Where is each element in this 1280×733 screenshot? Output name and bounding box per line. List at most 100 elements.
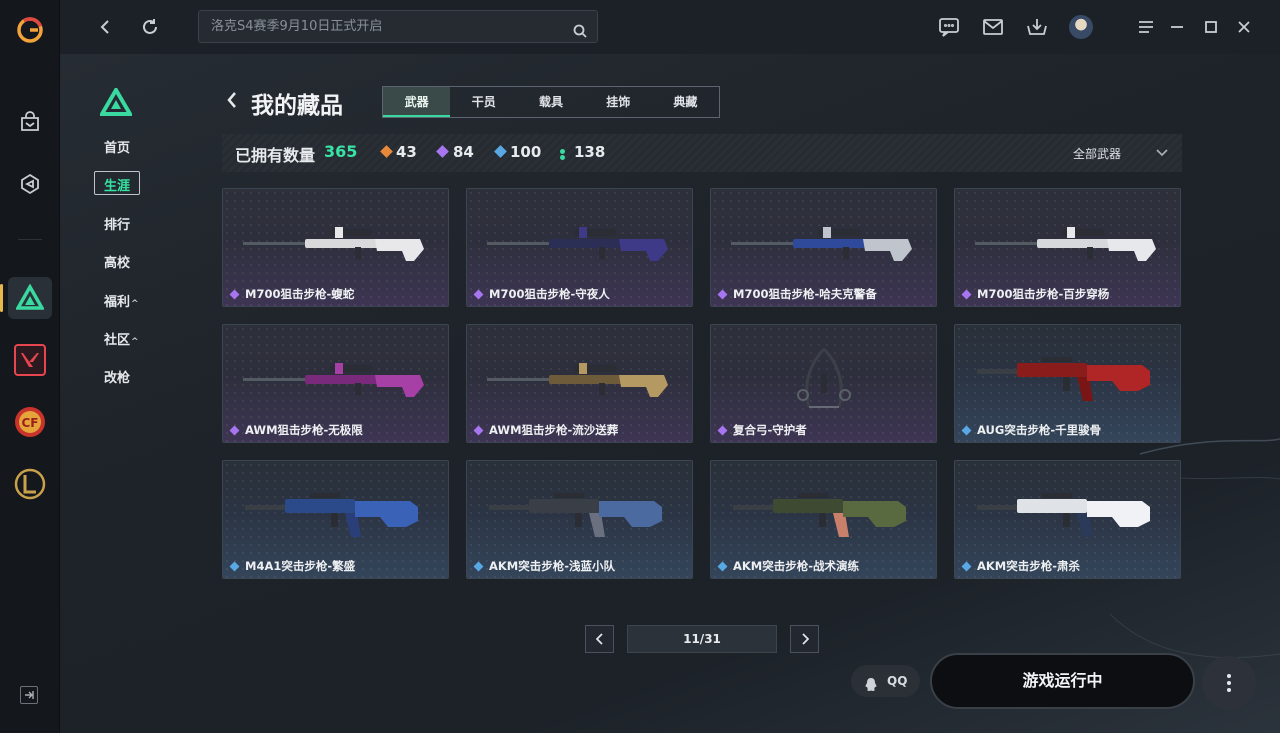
weapon-card[interactable]: AWM狙击步枪-流沙送葬 <box>466 324 693 443</box>
weapon-image <box>731 227 912 261</box>
svg-text:CF: CF <box>21 416 38 430</box>
weapon-name: M4A1突击步枪-繁盛 <box>245 559 356 573</box>
weapon-card[interactable]: M700狙击步枪-哈夫克警备 <box>710 188 937 307</box>
weapon-name: 复合弓-守护者 <box>733 423 807 437</box>
weapon-name: M700狙击步枪-蝮蛇 <box>245 287 355 301</box>
rarity-orange-icon <box>380 145 393 158</box>
qq-login-button[interactable]: QQ <box>851 665 920 697</box>
tab-charms[interactable]: 挂饰 <box>585 87 652 117</box>
weapon-card[interactable]: 复合弓-守护者 <box>710 324 937 443</box>
weapon-image <box>975 227 1156 261</box>
rarity-blue-icon <box>494 145 507 158</box>
games-icon[interactable] <box>10 164 50 204</box>
search-icon[interactable] <box>573 19 587 50</box>
weapon-card[interactable]: AKM突击步枪-战术演练 <box>710 460 937 579</box>
owned-label: 已拥有数量 <box>235 146 316 165</box>
weapon-name: M700狙击步枪-百步穿杨 <box>977 287 1110 301</box>
count-purple: 84 <box>453 143 474 161</box>
menu-icon[interactable] <box>1133 14 1159 40</box>
app-rail: CF <box>0 0 60 733</box>
weapon-name: AUG突击步枪-千里骏骨 <box>977 423 1102 437</box>
crossfire-game-icon[interactable]: CF <box>10 402 50 442</box>
count-orange: 43 <box>396 143 417 161</box>
weapon-card[interactable]: AKM突击步枪-浅蓝小队 <box>466 460 693 579</box>
chevron-up-icon: ^ <box>131 299 139 309</box>
weapon-card[interactable]: M700狙击步枪-守夜人 <box>466 188 693 307</box>
valorant-game-icon[interactable] <box>10 340 50 380</box>
delta-force-game-icon[interactable] <box>10 278 50 318</box>
rarity-purple-icon <box>436 145 449 158</box>
prev-page-button[interactable] <box>585 625 614 653</box>
weapon-card[interactable]: AWM狙击步枪-无极限 <box>222 324 449 443</box>
download-icon[interactable] <box>1024 14 1050 40</box>
store-icon[interactable] <box>10 102 50 142</box>
weapon-card[interactable]: AUG突击步枪-千里骏骨 <box>954 324 1181 443</box>
count-green: 138 <box>574 143 606 161</box>
more-options-button[interactable] <box>1202 656 1256 710</box>
search-input[interactable]: 洛克S4赛季9月10日正式开启 <box>198 10 598 43</box>
weapon-image <box>977 357 1150 401</box>
collapse-sidebar-icon[interactable] <box>20 686 38 704</box>
rarity-green-icon <box>560 149 565 154</box>
weapon-card[interactable]: AKM突击步枪-肃杀 <box>954 460 1181 579</box>
submenu-item-welfare[interactable]: 福利^ <box>104 291 139 310</box>
rail-active-indicator <box>0 284 3 312</box>
weapon-card[interactable]: M700狙击步枪-百步穿杨 <box>954 188 1181 307</box>
weapon-image <box>487 363 668 397</box>
weapon-image <box>797 347 851 408</box>
weapon-name: AKM突击步枪-战术演练 <box>733 559 860 573</box>
submenu-item-community[interactable]: 社区^ <box>104 329 139 348</box>
message-icon[interactable] <box>936 14 962 40</box>
tab-vehicles[interactable]: 载具 <box>517 87 584 117</box>
weapon-image <box>977 493 1150 537</box>
app-logo-icon[interactable] <box>10 10 50 50</box>
submenu-item-ranking[interactable]: 排行 <box>104 214 130 233</box>
tab-weapons[interactable]: 武器 <box>383 87 451 117</box>
chevron-down-icon[interactable] <box>1155 144 1169 163</box>
page-title: 我的藏品 <box>251 93 343 119</box>
submenu-item-college[interactable]: 高校 <box>104 252 130 271</box>
weapon-card[interactable]: M4A1突击步枪-繁盛 <box>222 460 449 579</box>
close-icon[interactable] <box>1231 14 1257 40</box>
mail-icon[interactable] <box>980 14 1006 40</box>
search-placeholder: 洛克S4赛季9月10日正式开启 <box>211 19 383 34</box>
refresh-button[interactable] <box>135 12 165 42</box>
weapon-name: AKM突击步枪-浅蓝小队 <box>489 559 616 573</box>
page-indicator: 11/31 <box>627 625 777 653</box>
weapon-name: M700狙击步枪-守夜人 <box>489 287 610 301</box>
league-of-legends-game-icon[interactable] <box>10 464 50 504</box>
game-running-button[interactable]: 游戏运行中 <box>930 653 1195 709</box>
top-bar: 洛克S4赛季9月10日正式开启 <box>60 0 1280 54</box>
weapon-filter-select[interactable]: 全部武器 <box>1073 145 1121 162</box>
maximize-icon[interactable] <box>1198 14 1224 40</box>
submenu-item-home[interactable]: 首页 <box>104 137 130 156</box>
chevron-up-icon: ^ <box>131 337 139 347</box>
weapon-name: AWM狙击步枪-流沙送葬 <box>489 423 619 437</box>
rail-divider <box>18 239 42 240</box>
qq-icon <box>863 673 879 705</box>
more-vertical-icon <box>1227 674 1231 692</box>
weapon-card[interactable]: M700狙击步枪-蝮蛇 <box>222 188 449 307</box>
weapon-image <box>245 493 418 537</box>
weapon-name: AKM突击步枪-肃杀 <box>977 559 1081 573</box>
submenu-item-career[interactable]: 生涯 <box>104 175 130 194</box>
count-blue: 100 <box>510 143 542 161</box>
owned-stats-bar: 已拥有数量 365 43 84 100 138 全部武器 <box>222 134 1182 172</box>
weapon-image <box>243 363 424 397</box>
user-avatar[interactable] <box>1069 15 1093 39</box>
collection-tabs: 武器 干员 载具 挂饰 典藏 <box>382 86 720 118</box>
tab-collection[interactable]: 典藏 <box>652 87 719 117</box>
delta-force-logo-icon <box>98 86 134 120</box>
back-button[interactable] <box>90 12 120 42</box>
minimize-icon[interactable] <box>1164 14 1190 40</box>
next-page-button[interactable] <box>790 625 819 653</box>
title-back-button[interactable] <box>226 90 238 114</box>
weapon-image <box>733 493 906 537</box>
weapon-name: M700狙击步枪-哈夫克警备 <box>733 287 877 301</box>
owned-total: 365 <box>324 142 358 161</box>
weapon-name: AWM狙击步枪-无极限 <box>245 423 363 437</box>
weapon-image <box>487 227 668 261</box>
submenu-item-gunsmith[interactable]: 改枪 <box>104 367 130 386</box>
tab-operators[interactable]: 干员 <box>450 87 517 117</box>
weapon-image <box>243 227 424 261</box>
